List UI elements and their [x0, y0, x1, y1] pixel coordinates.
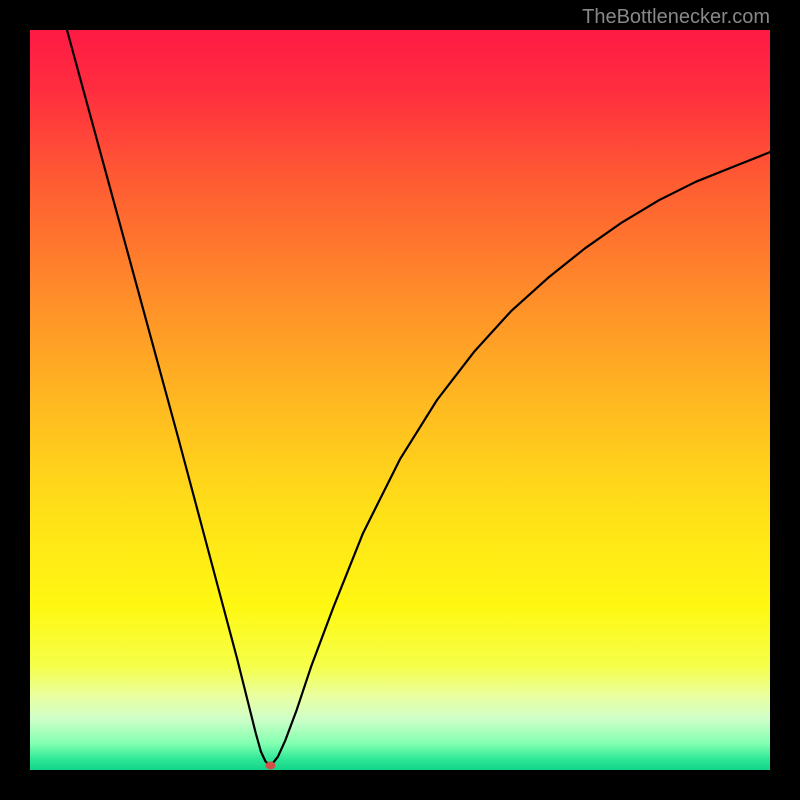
- chart-svg: [30, 30, 770, 770]
- chart-container: TheBottlenecker.com: [0, 0, 800, 800]
- gradient-background: [30, 30, 770, 770]
- watermark-text: TheBottlenecker.com: [582, 6, 770, 29]
- minimum-marker: [266, 762, 276, 770]
- plot-area: [30, 30, 770, 770]
